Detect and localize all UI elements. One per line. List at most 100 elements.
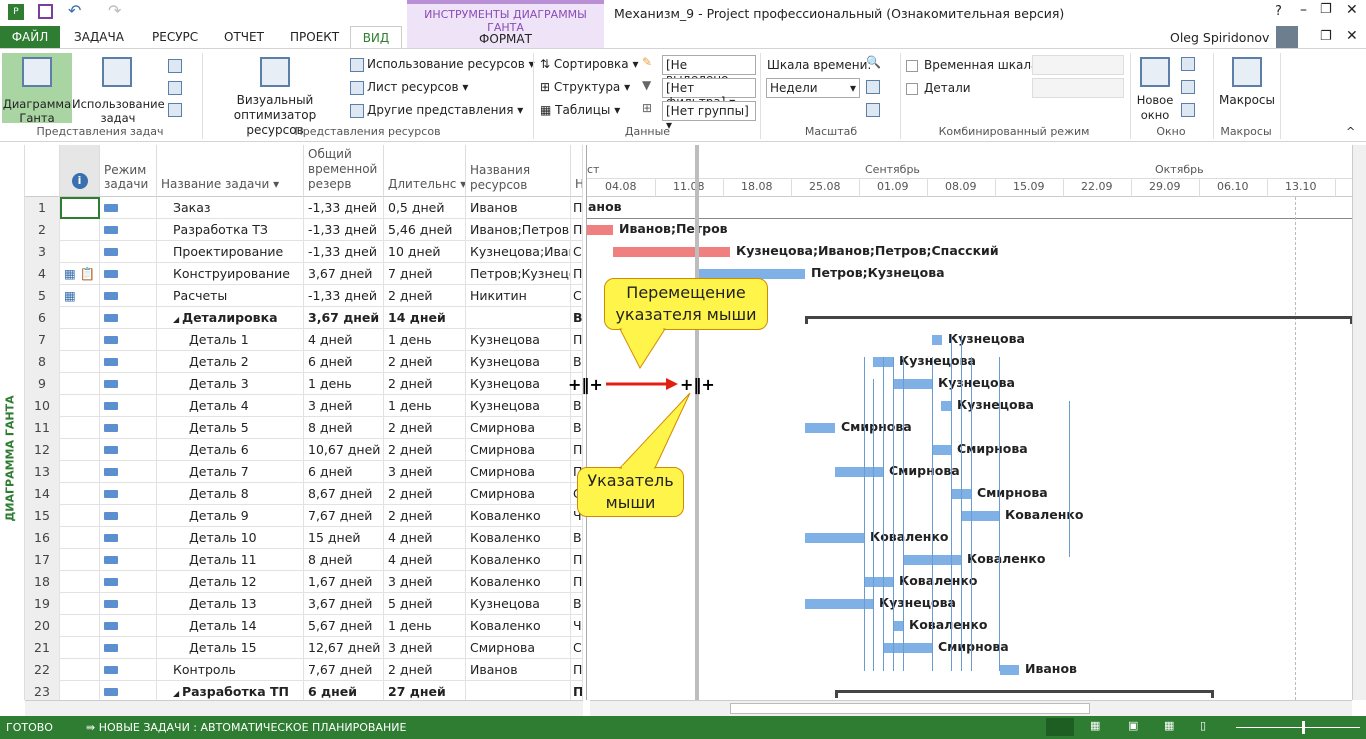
- indicator-cell[interactable]: ▦: [60, 285, 100, 307]
- task-bar[interactable]: [941, 401, 951, 411]
- doc-close-button[interactable]: ✕: [1346, 28, 1358, 44]
- indicator-cell[interactable]: [60, 307, 100, 329]
- calendar-icon[interactable]: [168, 81, 182, 95]
- duration-cell[interactable]: 5 дней: [384, 593, 466, 615]
- resource-names-cell[interactable]: Коваленко: [466, 549, 571, 571]
- resource-names-cell[interactable]: Коваленко: [466, 505, 571, 527]
- indicator-cell[interactable]: [60, 615, 100, 637]
- switch-windows-icon[interactable]: [1181, 80, 1195, 94]
- tab-file[interactable]: ФАЙЛ: [0, 26, 60, 48]
- duration-cell[interactable]: 2 дней: [384, 483, 466, 505]
- task-mode-cell[interactable]: [100, 197, 157, 219]
- start-cell[interactable]: Вт: [571, 527, 583, 549]
- table-row[interactable]: 6◢ Деталировка3,67 дней14 днейВт: [25, 307, 583, 329]
- task-bar[interactable]: [961, 511, 999, 521]
- other-views-button[interactable]: Другие представления ▾: [350, 103, 523, 118]
- resource-names-cell[interactable]: [466, 307, 571, 329]
- start-cell[interactable]: П: [571, 263, 583, 285]
- vertical-scrollbar[interactable]: [1352, 145, 1366, 700]
- task-bar[interactable]: [932, 445, 951, 455]
- table-row[interactable]: 18 Деталь 12 1,67 дней 3 дней Коваленко П: [25, 571, 583, 593]
- resource-names-cell[interactable]: Кузнецова: [466, 329, 571, 351]
- task-name-cell[interactable]: Деталь 9: [157, 505, 304, 527]
- row-number[interactable]: 1: [25, 197, 60, 219]
- indicator-cell[interactable]: [60, 527, 100, 549]
- start-cell[interactable]: Вт: [571, 417, 583, 439]
- row-number[interactable]: 9: [25, 373, 60, 395]
- resource-names-cell[interactable]: Кузнецова;Иван: [466, 241, 571, 263]
- task-mode-cell[interactable]: [100, 417, 157, 439]
- task-name-cell[interactable]: Деталь 5: [157, 417, 304, 439]
- resource-names-cell[interactable]: Кузнецова: [466, 373, 571, 395]
- indicator-cell[interactable]: [60, 219, 100, 241]
- resource-sheet-button[interactable]: Лист ресурсов ▾: [350, 80, 468, 95]
- tab-view[interactable]: ВИД: [350, 26, 402, 50]
- highlight-select[interactable]: [Не выделено: [662, 55, 756, 86]
- visual-optimizer-button[interactable]: Визуальный оптимизатор ресурсов: [205, 53, 345, 137]
- row-number[interactable]: 12: [25, 439, 60, 461]
- task-bar[interactable]: [932, 335, 942, 345]
- indicator-cell[interactable]: [60, 681, 100, 700]
- arrange-all-icon[interactable]: [1181, 57, 1195, 71]
- indicator-cell[interactable]: ▦ 📋: [60, 263, 100, 285]
- resource-names-cell[interactable]: Смирнова: [466, 417, 571, 439]
- task-name-cell[interactable]: Деталь 12: [157, 571, 304, 593]
- row-number[interactable]: 7: [25, 329, 60, 351]
- table-row[interactable]: 14Деталь 88,67 дней2 днейСмирноваС: [25, 483, 583, 505]
- duration-cell[interactable]: 0,5 дней: [384, 197, 466, 219]
- task-mode-cell[interactable]: [100, 285, 157, 307]
- row-number[interactable]: 2: [25, 219, 60, 241]
- tab-task[interactable]: ЗАДАЧА: [66, 26, 132, 48]
- table-row[interactable]: 3 Проектирование -1,33 дней 10 дней Кузнецов…: [25, 241, 583, 263]
- gantt-horizontal-scrollbar[interactable]: [590, 700, 1352, 716]
- total-slack-cell[interactable]: 8,67 дней: [304, 483, 384, 505]
- task-mode-cell[interactable]: [100, 593, 157, 615]
- critical-task-bar[interactable]: [613, 247, 730, 257]
- duration-cell[interactable]: 1 день: [384, 395, 466, 417]
- task-name-cell[interactable]: Проектирование: [157, 241, 304, 263]
- task-mode-cell[interactable]: [100, 263, 157, 285]
- table-row[interactable]: 17 Деталь 11 8 дней 4 дней Коваленко П: [25, 549, 583, 571]
- redo-icon[interactable]: ↷: [108, 1, 121, 20]
- scroll-thumb[interactable]: [730, 703, 1090, 714]
- sort-button[interactable]: ⇅ Сортировка ▾: [540, 57, 639, 71]
- row-number[interactable]: 10: [25, 395, 60, 417]
- col-header-duration[interactable]: Длительнс ▾: [384, 145, 466, 197]
- task-bar[interactable]: [805, 423, 835, 433]
- table-row[interactable]: 16 Деталь 10 15 дней4 днейКоваленкоВт: [25, 527, 583, 549]
- summary-bar[interactable]: [835, 690, 1214, 698]
- col-header-name[interactable]: Название задачи ▾: [157, 145, 304, 197]
- task-name-cell[interactable]: Деталь 6: [157, 439, 304, 461]
- row-number[interactable]: 20: [25, 615, 60, 637]
- task-bar[interactable]: [805, 533, 864, 543]
- total-slack-cell[interactable]: 8 дней: [304, 549, 384, 571]
- avatar[interactable]: [1276, 26, 1298, 48]
- gantt-view-shortcut[interactable]: [1046, 718, 1074, 736]
- total-slack-cell[interactable]: 10,67 дней: [304, 439, 384, 461]
- task-bar[interactable]: [864, 577, 893, 587]
- col-header-mode[interactable]: Режим задачи: [100, 145, 157, 197]
- duration-cell[interactable]: 2 дней: [384, 285, 466, 307]
- row-number[interactable]: 23: [25, 681, 60, 700]
- duration-cell[interactable]: 4 дней: [384, 527, 466, 549]
- start-cell[interactable]: Вт: [571, 307, 583, 329]
- tab-format[interactable]: ФОРМАТ: [407, 32, 604, 46]
- task-name-cell[interactable]: Деталь 7: [157, 461, 304, 483]
- table-row[interactable]: 12 Деталь 6 10,67 дней 2 дней Смирнова П: [25, 439, 583, 461]
- table-row[interactable]: 13Деталь 76 дней3 днейСмирноваП: [25, 461, 583, 483]
- timescale-select[interactable]: Недели ▾: [766, 78, 860, 98]
- resource-names-cell[interactable]: Иванов: [466, 659, 571, 681]
- resource-names-cell[interactable]: Смирнова: [466, 483, 571, 505]
- task-name-cell[interactable]: Деталь 2: [157, 351, 304, 373]
- task-mode-cell[interactable]: [100, 461, 157, 483]
- select-all-corner[interactable]: [25, 145, 60, 197]
- total-slack-cell[interactable]: 15 дней: [304, 527, 384, 549]
- indicator-cell[interactable]: [60, 571, 100, 593]
- start-cell[interactable]: П: [571, 439, 583, 461]
- total-slack-cell[interactable]: 7,67 дней: [304, 505, 384, 527]
- table-row[interactable]: 20 Деталь 14 5,67 дней 1 день Коваленко Ч: [25, 615, 583, 637]
- task-name-cell[interactable]: Деталь 3: [157, 373, 304, 395]
- other-task-views-icon[interactable]: [168, 103, 182, 117]
- task-name-cell[interactable]: Деталь 1: [157, 329, 304, 351]
- group-select[interactable]: [Нет группы] ▾: [662, 101, 756, 132]
